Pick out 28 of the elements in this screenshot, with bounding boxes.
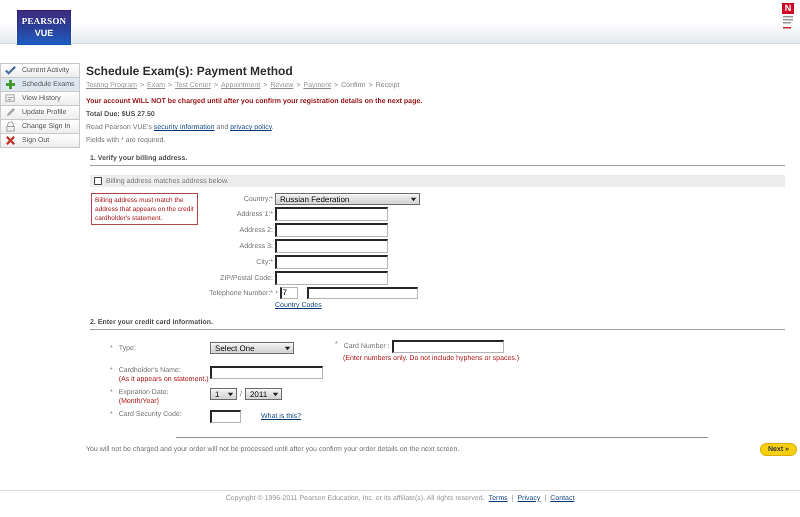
page-title: Schedule Exam(s): Payment Method <box>86 64 294 78</box>
input-field[interactable]: 7 <box>280 287 298 299</box>
input-field[interactable] <box>275 207 388 221</box>
checkbox[interactable] <box>94 177 102 185</box>
dropdown[interactable]: 2011 <box>244 388 282 400</box>
lock-icon <box>5 121 16 132</box>
input-field[interactable] <box>392 340 504 353</box>
caret-icon <box>409 194 418 204</box>
input-field[interactable] <box>275 255 388 269</box>
dropdown[interactable]: 1 <box>210 388 237 400</box>
caret-icon <box>226 390 235 398</box>
history-icon <box>5 93 16 104</box>
input-field[interactable] <box>306 287 418 299</box>
dropdown[interactable]: Russian Federation <box>275 193 420 205</box>
badge-lines-icon <box>782 15 794 31</box>
caret-icon <box>270 390 280 398</box>
cross-icon <box>5 135 16 146</box>
check-icon <box>5 65 16 76</box>
input-field[interactable] <box>275 223 388 237</box>
input-field[interactable] <box>210 410 241 423</box>
input-field[interactable] <box>275 271 388 285</box>
pearson-vue-logo: PEARSON VUE <box>17 10 71 45</box>
input-field[interactable] <box>210 366 323 379</box>
caret-icon <box>283 344 292 352</box>
dropdown[interactable]: Select One <box>210 342 294 354</box>
plus-icon <box>5 79 16 90</box>
n-badge: N <box>782 3 794 14</box>
input-field[interactable] <box>275 239 388 253</box>
